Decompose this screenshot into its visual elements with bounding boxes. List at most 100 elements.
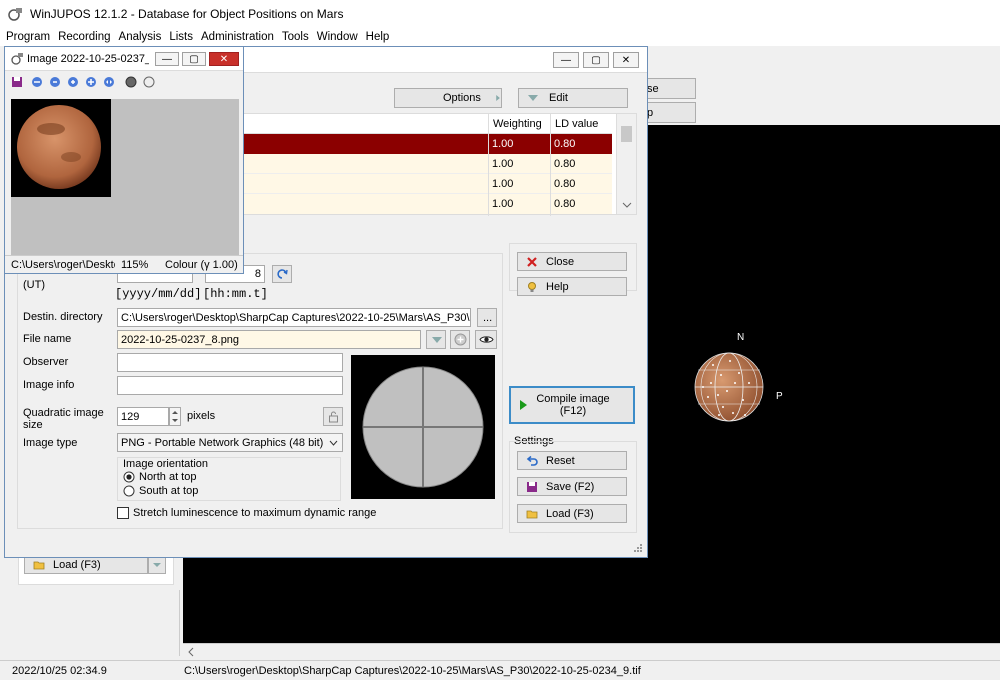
empty-circle-icon[interactable] bbox=[143, 76, 155, 88]
compiler-maximize-button[interactable]: ▢ bbox=[583, 52, 609, 68]
preview-button[interactable] bbox=[475, 330, 497, 349]
fit-icon[interactable] bbox=[103, 76, 115, 88]
reset-label: Reset bbox=[546, 454, 575, 467]
cell-weighting: 1.00 bbox=[492, 158, 514, 170]
help-button[interactable]: Help bbox=[517, 277, 627, 296]
undo-icon bbox=[526, 455, 538, 466]
save-button[interactable]: Save (F2) bbox=[517, 477, 627, 496]
help-label: Help bbox=[546, 280, 569, 293]
menu-tools[interactable]: Tools bbox=[282, 31, 309, 43]
compile-image-label: Compile image bbox=[536, 393, 610, 405]
image-window-titlebar: Image 2022-10-25-0237_8 bbox=[5, 47, 243, 71]
scroll-down-icon[interactable] bbox=[621, 200, 633, 210]
options-label: Options bbox=[443, 92, 481, 104]
resize-grip-icon[interactable] bbox=[633, 543, 643, 553]
status-path: C:\Users\roger\Desktop\SharpCap Captures… bbox=[184, 665, 641, 677]
menu-lists[interactable]: Lists bbox=[169, 31, 193, 43]
column-divider bbox=[550, 134, 551, 216]
menu-bar: Program Recording Analysis Lists Adminis… bbox=[0, 28, 1000, 46]
help-bulb-icon bbox=[528, 281, 536, 292]
lock-icon bbox=[329, 411, 338, 422]
save-icon[interactable] bbox=[11, 76, 23, 88]
load-button[interactable]: Load (F3) bbox=[517, 504, 627, 523]
chevron-down-icon bbox=[329, 440, 338, 446]
south-at-top-radio[interactable]: South at top bbox=[123, 485, 198, 497]
table-row[interactable]: 1.00 0.80 bbox=[242, 194, 612, 214]
close-button[interactable]: Close bbox=[517, 252, 627, 271]
image-info-input[interactable] bbox=[117, 376, 343, 395]
mars-photo-graphic bbox=[17, 105, 101, 189]
zoom-plus-icon[interactable] bbox=[67, 76, 79, 88]
cell-weighting: 1.00 bbox=[492, 198, 514, 210]
table-vertical-scrollbar[interactable] bbox=[616, 114, 636, 214]
image-size-stepper[interactable] bbox=[169, 407, 181, 426]
options-button[interactable]: Options bbox=[394, 88, 502, 108]
menu-administration[interactable]: Administration bbox=[201, 31, 274, 43]
close-icon bbox=[527, 256, 537, 267]
scroll-left-icon[interactable] bbox=[185, 645, 197, 659]
cell-weighting: 1.00 bbox=[492, 178, 514, 190]
table-row[interactable]: 1.00 0.80 bbox=[242, 154, 612, 174]
orientation-preview-graphic bbox=[362, 366, 484, 488]
menu-window[interactable]: Window bbox=[317, 31, 358, 43]
dest-directory-input[interactable]: C:\Users\roger\Desktop\SharpCap Captures… bbox=[117, 308, 471, 327]
zoom-out-icon[interactable] bbox=[31, 76, 43, 88]
compiler-close-button[interactable]: ✕ bbox=[613, 52, 639, 68]
dest-directory-label: Destin. directory bbox=[23, 311, 103, 323]
image-status-path: C:\Users\roger\Deskto bbox=[11, 259, 115, 271]
status-datetime: 2022/10/25 02:34.9 bbox=[12, 665, 107, 677]
image-size-value: 129 bbox=[121, 410, 140, 423]
menu-program[interactable]: Program bbox=[6, 31, 50, 43]
header-weighting[interactable]: Weighting bbox=[488, 114, 550, 134]
compiler-minimize-button[interactable]: — bbox=[553, 52, 579, 68]
edit-button[interactable]: Edit bbox=[518, 88, 628, 108]
cell-ld: 0.80 bbox=[554, 178, 576, 190]
pixels-label: pixels bbox=[187, 410, 216, 422]
zoom-in-icon[interactable] bbox=[85, 76, 97, 88]
image-close-button[interactable]: ✕ bbox=[209, 52, 239, 66]
column-divider bbox=[488, 134, 489, 216]
radio-unchecked-icon bbox=[123, 485, 135, 497]
image-display-area[interactable] bbox=[11, 99, 239, 255]
folder-icon bbox=[33, 561, 45, 570]
bg-load-button[interactable]: Load (F3) bbox=[24, 556, 148, 574]
horizontal-scrollbar[interactable] bbox=[183, 643, 1000, 659]
table-row[interactable]: 1.00 0.80 bbox=[242, 174, 612, 194]
menu-help[interactable]: Help bbox=[366, 31, 390, 43]
dest-directory-value: C:\Users\roger\Desktop\SharpCap Captures… bbox=[121, 311, 470, 324]
south-at-top-label: South at top bbox=[139, 485, 199, 497]
image-minimize-button[interactable]: — bbox=[155, 52, 179, 66]
browse-directory-button[interactable]: ... bbox=[477, 308, 497, 327]
reset-button[interactable]: Reset bbox=[517, 451, 627, 470]
chevron-down-icon bbox=[528, 95, 538, 101]
filled-circle-icon[interactable] bbox=[125, 76, 137, 88]
file-name-input[interactable]: 2022-10-25-0237_8.png bbox=[117, 330, 421, 349]
menu-analysis[interactable]: Analysis bbox=[119, 31, 162, 43]
observer-input[interactable] bbox=[117, 353, 343, 372]
compile-image-button[interactable]: Compile image (F12) bbox=[509, 386, 635, 424]
image-status-bar: C:\Users\roger\Deskto 115% Colour (γ 1.0… bbox=[5, 255, 243, 273]
table-row[interactable]: 1.00 0.80 bbox=[242, 134, 612, 154]
bg-load-dropdown[interactable] bbox=[148, 556, 166, 574]
circle-plus-icon bbox=[454, 333, 467, 346]
zoom-minus-icon[interactable] bbox=[49, 76, 61, 88]
refresh-time-button[interactable] bbox=[272, 265, 292, 283]
cell-weighting: 1.00 bbox=[492, 138, 514, 150]
image-status-colour: Colour (γ 1.00) bbox=[165, 259, 238, 271]
browse-label: ... bbox=[483, 311, 493, 324]
scroll-thumb[interactable] bbox=[621, 126, 632, 142]
image-type-label: Image type bbox=[23, 437, 78, 449]
cell-ld: 0.80 bbox=[554, 198, 576, 210]
lock-size-button[interactable] bbox=[323, 407, 343, 426]
file-name-dropdown[interactable] bbox=[426, 330, 446, 349]
header-ld-value[interactable]: LD value bbox=[550, 114, 612, 134]
north-at-top-radio[interactable]: North at top bbox=[123, 471, 196, 483]
menu-recording[interactable]: Recording bbox=[58, 31, 110, 43]
image-size-input[interactable]: 129 bbox=[117, 407, 169, 426]
orientation-preview bbox=[351, 355, 495, 499]
bg-left-lower bbox=[12, 590, 180, 656]
stretch-luminescence-checkbox[interactable]: Stretch luminescence to maximum dynamic … bbox=[117, 507, 376, 519]
image-maximize-button[interactable]: ▢ bbox=[182, 52, 206, 66]
file-name-action-button[interactable] bbox=[450, 330, 470, 349]
image-type-select[interactable]: PNG - Portable Network Graphics (48 bit) bbox=[117, 433, 343, 452]
